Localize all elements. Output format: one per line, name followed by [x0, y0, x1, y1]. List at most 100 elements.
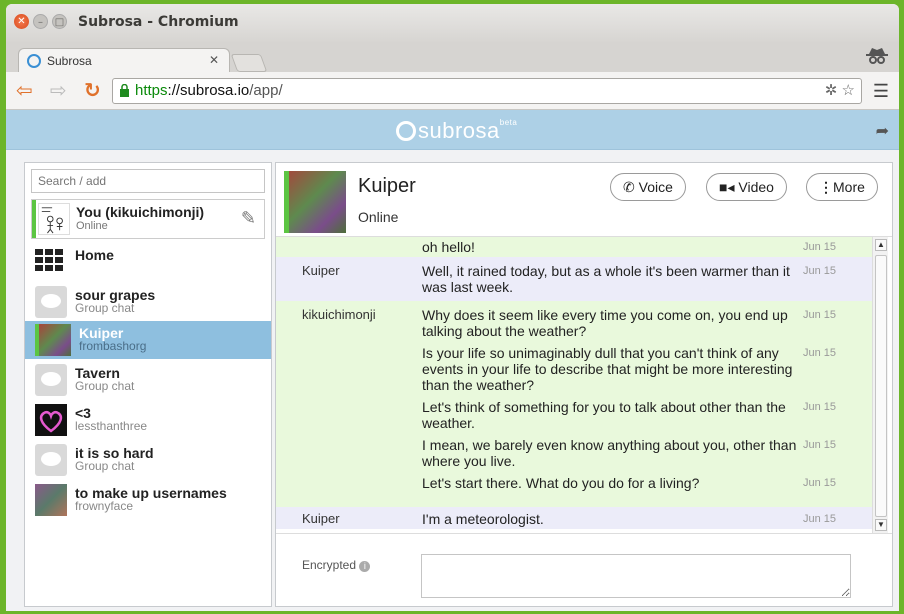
sidebar-item-subtitle: Group chat	[75, 459, 135, 473]
forward-arrow-icon[interactable]: ⇨	[50, 80, 67, 100]
extension-icon[interactable]: ✲	[825, 82, 838, 99]
chat-bubble-icon	[35, 364, 67, 396]
chat-header: Kuiper Online ✆ Voice ■◂ Video ⋮More	[276, 163, 892, 237]
message-input[interactable]	[421, 554, 851, 598]
encrypted-label: Encrypted i	[302, 558, 371, 572]
menu-icon[interactable]: ☰	[873, 81, 889, 102]
message-date: Jun 15	[803, 477, 837, 489]
subrosa-logo: subrosabeta	[396, 118, 517, 144]
message-text: I mean, we barely even know anything abo…	[422, 437, 797, 469]
edit-pencil-icon[interactable]: ✎	[241, 208, 256, 229]
video-button[interactable]: ■◂ Video	[706, 173, 787, 201]
sidebar-item-subtitle: frombashorg	[79, 339, 147, 353]
browser-window: ✕ – □ Subrosa - Chromium Subrosa ✕ ⇦ ⇨ ↻	[6, 4, 899, 611]
sidebar-item-subtitle: lessthanthree	[75, 419, 148, 433]
sidebar-item-it-is-so-hard[interactable]: it is so hard Group chat	[25, 441, 271, 479]
message-text: Well, it rained today, but as a whole it…	[422, 263, 790, 295]
message-date: Jun 15	[803, 513, 837, 525]
contact-name: Kuiper	[358, 175, 416, 197]
sidebar-item-kuiper[interactable]: Kuiper frombashorg	[25, 321, 271, 359]
my-avatar	[38, 203, 70, 235]
app-area: subrosabeta ➦ You (kikuichimonji) Online	[6, 110, 899, 611]
video-camera-icon: ■◂	[719, 179, 735, 195]
chat-bubble-icon	[35, 444, 67, 476]
message-group: Kuiper Well, it rained today, but as a w…	[276, 257, 872, 301]
browser-toolbar: ⇦ ⇨ ↻ https://subrosa.io/app/ ✲ ☆ ☰	[6, 72, 899, 110]
browser-tab-title: Subrosa	[47, 54, 92, 68]
grid-icon	[35, 249, 63, 271]
new-tab-button[interactable]	[230, 54, 268, 72]
contact-status: Online	[358, 209, 399, 225]
avatar	[35, 484, 67, 516]
tab-close-icon[interactable]: ✕	[209, 53, 219, 67]
message-group: oh hello! Jun 15	[276, 237, 872, 257]
more-dots-icon: ⋮	[819, 179, 833, 195]
message-author: Kuiper	[302, 263, 340, 278]
window-minimize-button[interactable]: –	[33, 14, 48, 29]
window-title: Subrosa - Chromium	[78, 14, 239, 30]
info-icon[interactable]: i	[359, 561, 371, 572]
favicon-icon	[27, 54, 41, 68]
online-indicator	[32, 200, 36, 238]
message-list: oh hello! Jun 15 Kuiper Well, it rained …	[276, 237, 872, 533]
avatar	[35, 404, 67, 436]
sidebar-item-sour-grapes[interactable]: sour grapes Group chat	[25, 283, 271, 321]
window-close-button[interactable]: ✕	[14, 14, 29, 29]
back-arrow-icon[interactable]: ⇦	[16, 80, 33, 100]
avatar	[39, 324, 71, 356]
message-date: Jun 15	[803, 241, 837, 253]
message-text: oh hello!	[422, 239, 475, 255]
phone-icon: ✆	[623, 179, 635, 195]
message-text: Is your life so unimaginably dull that y…	[422, 345, 793, 393]
browser-tab[interactable]: Subrosa ✕	[18, 48, 230, 74]
scroll-down-arrow-icon[interactable]: ▼	[875, 519, 887, 531]
sidebar-item-subtitle: Group chat	[75, 379, 135, 393]
search-input[interactable]	[31, 169, 265, 193]
voice-button[interactable]: ✆ Voice	[610, 173, 686, 201]
message-date: Jun 15	[803, 347, 837, 359]
sidebar-item-tavern[interactable]: Tavern Group chat	[25, 361, 271, 399]
scroll-up-arrow-icon[interactable]: ▲	[875, 239, 887, 251]
composer: Encrypted i	[276, 533, 892, 608]
logout-icon[interactable]: ➦	[876, 121, 889, 141]
beta-badge: beta	[499, 118, 518, 127]
message-author: kikuichimonji	[302, 307, 376, 322]
sidebar-item-home[interactable]: Home	[25, 243, 271, 281]
sidebar: You (kikuichimonji) Online ✎ Home sour g…	[24, 162, 272, 607]
message-group: Kuiper I'm a meteorologist. Jun 15	[276, 507, 872, 529]
sidebar-item-title: Home	[75, 247, 114, 263]
my-status: Online	[76, 220, 108, 232]
message-author: Kuiper	[302, 511, 340, 526]
online-indicator	[284, 171, 289, 233]
contact-avatar	[284, 171, 346, 233]
message-date: Jun 15	[803, 309, 837, 321]
reload-icon[interactable]: ↻	[84, 80, 101, 100]
sidebar-item-lessthanthree[interactable]: <3 lessthanthree	[25, 401, 271, 439]
video-label: Video	[738, 179, 774, 195]
message-text: Why does it seem like every time you com…	[422, 307, 788, 339]
encrypted-text: Encrypted	[302, 558, 357, 572]
voice-label: Voice	[638, 179, 673, 195]
more-button[interactable]: ⋮More	[806, 173, 878, 201]
message-text: I'm a meteorologist.	[422, 511, 544, 527]
chat-bubble-icon	[35, 286, 67, 318]
message-text: Let's start there. What do you do for a …	[422, 475, 700, 491]
sidebar-item-subtitle: Group chat	[75, 301, 135, 315]
window-titlebar: ✕ – □ Subrosa - Chromium	[6, 4, 899, 44]
bookmark-star-icon[interactable]: ☆	[842, 82, 855, 99]
message-scrollbar[interactable]: ▲ ▼	[872, 237, 888, 533]
message-date: Jun 15	[803, 439, 837, 451]
my-profile[interactable]: You (kikuichimonji) Online ✎	[31, 199, 265, 239]
scrollbar-thumb[interactable]	[875, 255, 887, 517]
url-scheme: https	[135, 82, 168, 99]
window-maximize-button[interactable]: □	[52, 14, 67, 29]
message-text: Let's think of something for you to talk…	[422, 399, 786, 431]
message-date: Jun 15	[803, 401, 837, 413]
logo-text: subrosa	[418, 118, 500, 143]
logo-ring-icon	[396, 121, 416, 141]
sidebar-item-to-make-up-usernames[interactable]: to make up usernames frownyface	[25, 481, 271, 519]
app-header: subrosabeta ➦	[6, 110, 899, 150]
address-bar[interactable]: https://subrosa.io/app/ ✲ ☆	[112, 78, 862, 104]
url-path: /app/	[249, 82, 283, 99]
more-label: More	[833, 179, 865, 195]
